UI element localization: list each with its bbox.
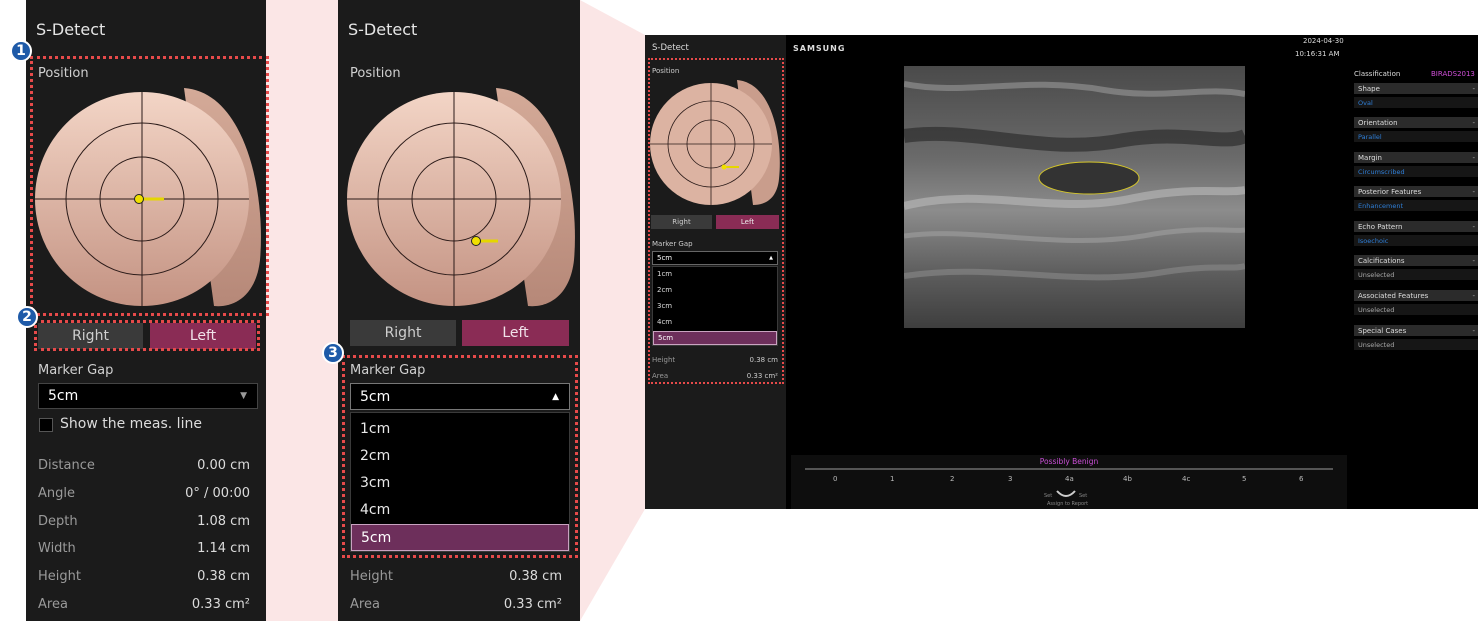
measurement-value: 0.38 cm bbox=[197, 569, 250, 584]
category-name: Shape bbox=[1358, 84, 1380, 93]
probe-marker-dot bbox=[471, 236, 481, 246]
ultrasound-screen-overview: S-Detect Position Right Left Marker Gap … bbox=[645, 35, 1478, 509]
marker-gap-dropdown[interactable]: 5cm ▼ bbox=[38, 383, 258, 409]
time: 10:16:31 AM bbox=[1295, 50, 1340, 58]
show-meas-line-checkbox[interactable] bbox=[39, 418, 53, 432]
collapse-icon: - bbox=[1472, 222, 1475, 231]
category-value: Unselected bbox=[1354, 339, 1478, 350]
callout-badge-3: 3 bbox=[322, 342, 344, 364]
category-echo-pattern[interactable]: Echo Pattern - bbox=[1354, 221, 1478, 232]
breast-position-diagram[interactable] bbox=[346, 80, 580, 312]
date: 2024-04-30 bbox=[1303, 37, 1344, 45]
panel-title: S-Detect bbox=[36, 20, 106, 39]
category-shape[interactable]: Shape - bbox=[1354, 83, 1478, 94]
measurement-value: 0.00 cm bbox=[197, 458, 250, 473]
category-name: Associated Features bbox=[1358, 291, 1429, 300]
category-value: Oval bbox=[1354, 97, 1478, 108]
measurement-value: 0.38 cm bbox=[509, 569, 562, 584]
measurement-label: Height bbox=[350, 569, 393, 584]
measurement-value: 0.33 cm² bbox=[503, 597, 562, 612]
samsung-logo: SAMSUNG bbox=[793, 44, 846, 53]
category-value: Circumscribed bbox=[1354, 166, 1478, 177]
measurement-label: Depth bbox=[38, 514, 78, 529]
classification-system: BIRADS2013 bbox=[1431, 70, 1475, 78]
assessment-scale-track[interactable] bbox=[805, 468, 1333, 470]
collapse-icon: - bbox=[1472, 84, 1475, 93]
category-name: Margin bbox=[1358, 153, 1382, 162]
callout-badge-1: 1 bbox=[10, 40, 32, 62]
measurement-value: 0° / 00:00 bbox=[185, 486, 250, 501]
collapse-icon: - bbox=[1472, 291, 1475, 300]
assessment-result: Possibly Benign bbox=[1039, 457, 1099, 466]
classification-label: Classification bbox=[1354, 70, 1401, 78]
category-value: Enhancement bbox=[1354, 200, 1478, 211]
left-button[interactable]: Left bbox=[462, 320, 569, 346]
category-name: Posterior Features bbox=[1358, 187, 1422, 196]
measurement-label: Angle bbox=[38, 486, 75, 501]
measurement-label: Area bbox=[350, 597, 380, 612]
chevron-down-icon: ▼ bbox=[240, 391, 247, 401]
category-value: Unselected bbox=[1354, 269, 1478, 280]
position-label: Position bbox=[350, 66, 401, 81]
mini-highlight-box bbox=[648, 58, 784, 384]
ultrasound-image bbox=[904, 66, 1245, 328]
category-special-cases[interactable]: Special Cases - bbox=[1354, 325, 1478, 336]
measurement-value: 0.33 cm² bbox=[191, 597, 250, 612]
category-value: Unselected bbox=[1354, 304, 1478, 315]
scale-label: 2 bbox=[950, 475, 955, 483]
collapse-icon: - bbox=[1472, 256, 1475, 265]
set-right-label[interactable]: Set bbox=[1079, 493, 1087, 499]
collapse-icon: - bbox=[1472, 153, 1475, 162]
measurement-label: Area bbox=[38, 597, 68, 612]
show-meas-line-label: Show the meas. line bbox=[60, 416, 202, 432]
scale-label: 4a bbox=[1065, 475, 1074, 483]
highlight-box-side bbox=[34, 320, 260, 351]
panel-title: S-Detect bbox=[348, 20, 418, 39]
scale-label: 3 bbox=[1008, 475, 1013, 483]
scale-label: 6 bbox=[1299, 475, 1304, 483]
measurement-value: 1.14 cm bbox=[197, 541, 250, 556]
highlight-box-position bbox=[30, 56, 269, 316]
collapse-icon: - bbox=[1472, 118, 1475, 127]
category-name: Orientation bbox=[1358, 118, 1398, 127]
set-left-label[interactable]: Set bbox=[1044, 493, 1052, 499]
scale-label: 5 bbox=[1242, 475, 1247, 483]
category-value: Isoechoic bbox=[1354, 235, 1478, 246]
scale-label: 1 bbox=[890, 475, 895, 483]
collapse-icon: - bbox=[1472, 326, 1475, 335]
measurement-label: Height bbox=[38, 569, 81, 584]
category-posterior-features[interactable]: Posterior Features - bbox=[1354, 186, 1478, 197]
category-associated-features[interactable]: Associated Features - bbox=[1354, 290, 1478, 301]
highlight-box-marker-gap bbox=[342, 355, 578, 558]
scale-label: 4b bbox=[1123, 475, 1132, 483]
category-name: Special Cases bbox=[1358, 326, 1407, 335]
category-orientation[interactable]: Orientation - bbox=[1354, 117, 1478, 128]
category-name: Echo Pattern bbox=[1358, 222, 1403, 231]
mini-panel-title: S-Detect bbox=[652, 43, 689, 53]
measurement-value: 1.08 cm bbox=[197, 514, 250, 529]
assign-arc-icon[interactable] bbox=[1054, 487, 1078, 499]
marker-gap-label: Marker Gap bbox=[38, 363, 114, 378]
measurement-label: Distance bbox=[38, 458, 95, 473]
category-margin[interactable]: Margin - bbox=[1354, 152, 1478, 163]
mini-s-detect-panel: S-Detect Position Right Left Marker Gap … bbox=[645, 35, 786, 509]
category-calcifications[interactable]: Calcifications - bbox=[1354, 255, 1478, 266]
scale-label: 0 bbox=[833, 475, 838, 483]
collapse-icon: - bbox=[1472, 187, 1475, 196]
category-name: Calcifications bbox=[1358, 256, 1405, 265]
scale-label: 4c bbox=[1182, 475, 1191, 483]
callout-badge-2: 2 bbox=[16, 306, 38, 328]
lesion-outline bbox=[1038, 161, 1140, 195]
assign-to-report-label[interactable]: Assign to Report bbox=[1047, 501, 1088, 507]
category-value: Parallel bbox=[1354, 131, 1478, 142]
measurement-label: Width bbox=[38, 541, 76, 556]
right-button[interactable]: Right bbox=[350, 320, 456, 346]
marker-gap-value: 5cm bbox=[48, 388, 79, 404]
